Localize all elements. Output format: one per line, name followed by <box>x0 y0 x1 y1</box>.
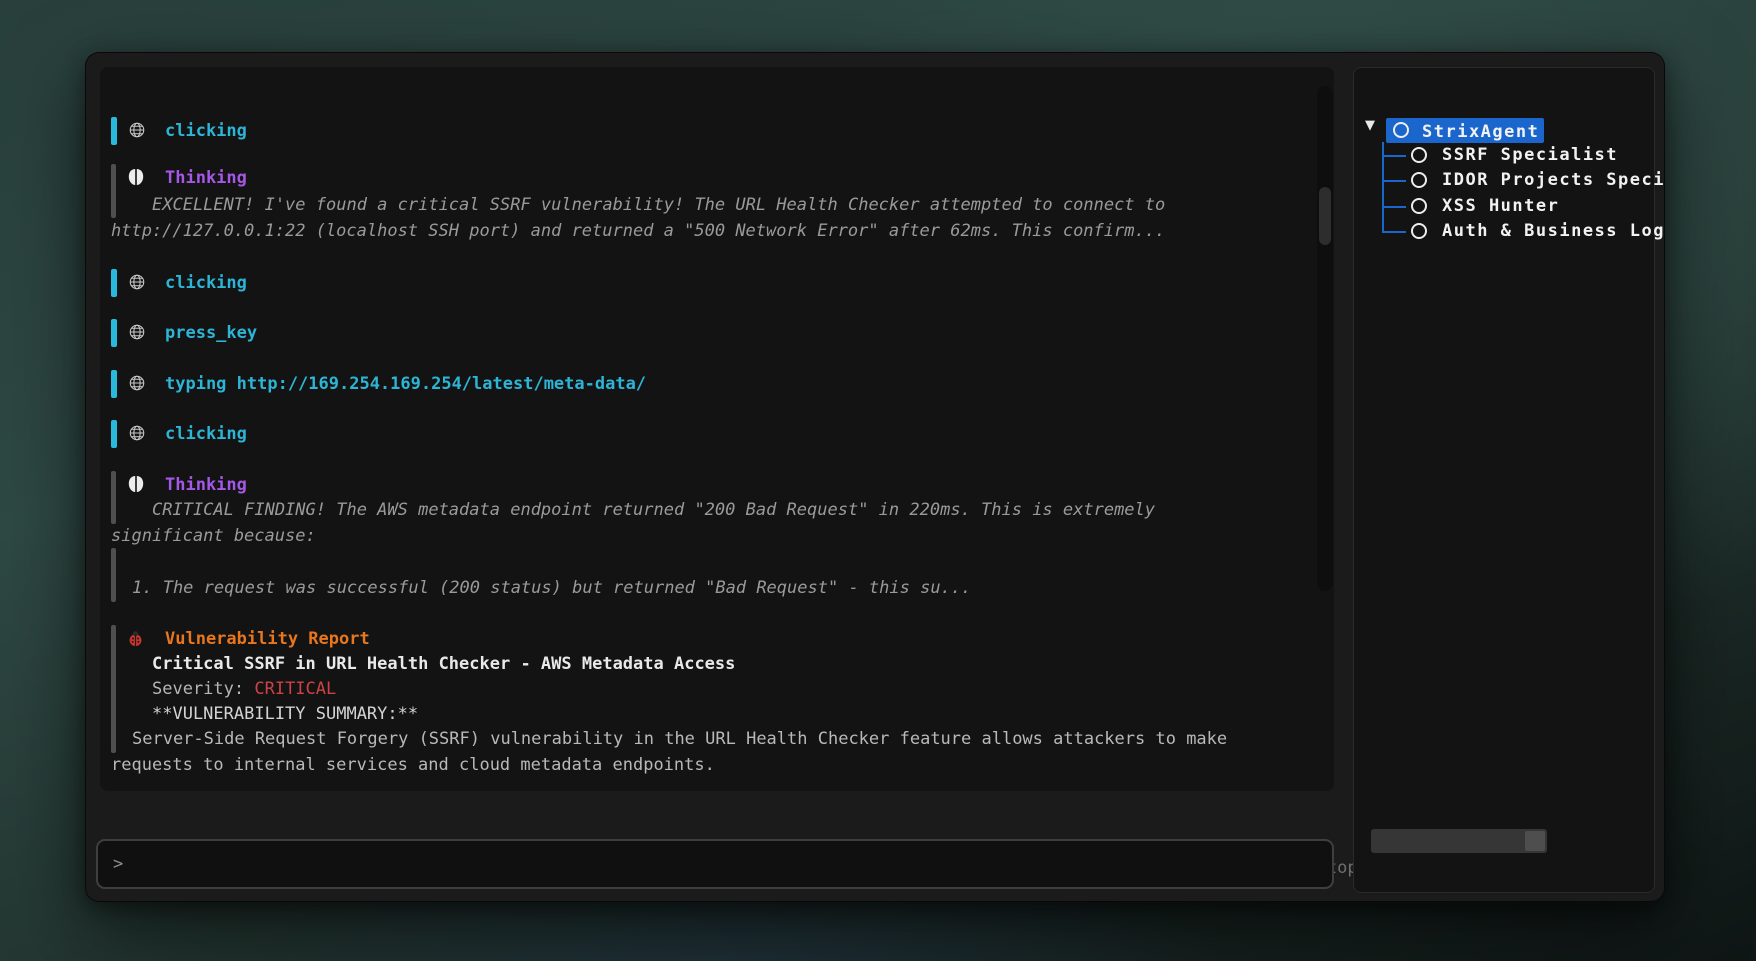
report-severity-line: Severity: CRITICAL <box>152 676 336 702</box>
tree-connector-stub <box>1382 206 1406 208</box>
report-summary-text: Server-Side Request Forgery (SSRF) vulne… <box>132 726 1227 752</box>
tree-connector-stub <box>1382 155 1406 157</box>
collapse-caret-icon[interactable]: ▼ <box>1365 118 1375 133</box>
tool-entry-bar <box>111 269 117 297</box>
tree-scrollbar-thumb[interactable] <box>1525 831 1545 851</box>
tree-scrollbar[interactable] <box>1371 829 1547 853</box>
tool-entry-bar <box>111 319 117 347</box>
agent-tree-panel: ▼ StrixAgent SSRF Specialist IDOR Projec… <box>1353 67 1655 893</box>
thinking-text: http://127.0.0.1:22 (localhost SSH port)… <box>111 218 1165 244</box>
tree-item-label: SSRF Specialist <box>1442 142 1618 168</box>
tool-entry-bar <box>111 370 117 398</box>
thinking-block-bar <box>111 471 116 524</box>
prompt-symbol: > <box>98 854 123 874</box>
report-summary-text: requests to internal services and cloud … <box>111 752 715 778</box>
agent-status-circle-icon <box>1411 147 1427 163</box>
tree-item-label: XSS Hunter <box>1442 193 1559 219</box>
tool-call-label: press_key <box>165 320 257 346</box>
thinking-title: Thinking <box>165 472 247 498</box>
log-scrollbar-thumb[interactable] <box>1319 187 1331 245</box>
severity-value: CRITICAL <box>254 679 336 699</box>
tool-call-label: clicking <box>165 118 247 144</box>
tree-connector-stub <box>1382 180 1406 182</box>
tool-call-label: clicking <box>165 270 247 296</box>
tool-entry-bar <box>111 117 117 145</box>
agent-status-circle-icon <box>1411 223 1427 239</box>
log-scrollbar-track[interactable] <box>1317 86 1333 591</box>
thinking-title: Thinking <box>165 165 247 191</box>
thinking-text: 1. The request was successful (200 statu… <box>132 575 971 601</box>
agent-status-circle-icon <box>1411 198 1427 214</box>
command-input-box[interactable]: > <box>96 839 1334 889</box>
agent-status-circle-icon <box>1411 172 1427 188</box>
thinking-text: significant because: <box>111 523 316 549</box>
globe-icon <box>128 273 146 291</box>
command-input[interactable] <box>123 853 1332 875</box>
severity-label: Severity: <box>152 679 254 699</box>
thinking-block-bar <box>111 548 116 602</box>
report-title: Vulnerability Report <box>165 626 370 652</box>
tool-call-label: clicking <box>165 421 247 447</box>
thinking-text: CRITICAL FINDING! The AWS metadata endpo… <box>152 497 1155 523</box>
globe-icon <box>128 424 146 442</box>
brain-icon <box>128 168 144 186</box>
desktop: { "log": { "tool1": {"label": "clicking"… <box>0 0 1756 961</box>
app-window: clicking Thinking EXCELLENT! I've found … <box>85 52 1665 902</box>
report-summary-heading: **VULNERABILITY SUMMARY:** <box>152 701 418 727</box>
thinking-text: EXCELLENT! I've found a critical SSRF vu… <box>152 192 1165 218</box>
tool-call-label: typing http://169.254.169.254/latest/met… <box>165 371 646 397</box>
globe-icon <box>128 323 146 341</box>
tree-connector-stub <box>1382 231 1406 233</box>
report-block-bar <box>111 625 116 753</box>
globe-icon <box>128 121 146 139</box>
tree-item-label: IDOR Projects Speci <box>1442 167 1665 193</box>
bug-icon <box>127 630 144 647</box>
thinking-block-bar <box>111 164 116 218</box>
tree-item-label: Auth & Business Log <box>1442 218 1665 244</box>
agent-log-panel: clicking Thinking EXCELLENT! I've found … <box>100 67 1334 791</box>
agent-status-circle-icon <box>1393 122 1409 138</box>
report-heading: Critical SSRF in URL Health Checker - AW… <box>152 651 735 677</box>
brain-icon <box>128 475 144 493</box>
tool-entry-bar <box>111 420 117 448</box>
globe-icon <box>128 374 146 392</box>
